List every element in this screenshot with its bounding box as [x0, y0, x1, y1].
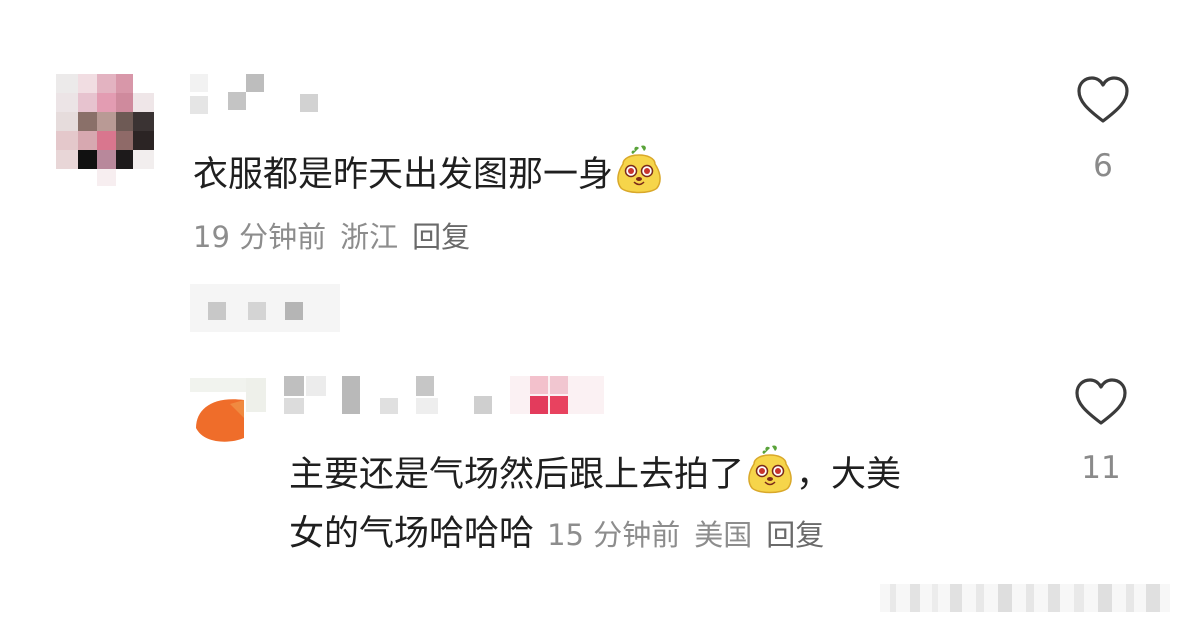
comment-1-body: 衣服都是昨天出发图那一身	[193, 155, 614, 195]
comment-1-like-button[interactable]: 6	[1068, 76, 1138, 186]
heart-outline-icon[interactable]	[1077, 76, 1129, 124]
comment-2-like-button[interactable]: 11	[1066, 378, 1136, 488]
comment-2-body-part-2: ，大美	[796, 455, 902, 495]
expand-replies-blurred[interactable]	[190, 284, 340, 332]
comment-1-time: 19 分钟前	[193, 220, 327, 254]
comment-2-meta: 15 分钟前 美国 回复	[547, 518, 838, 552]
comment-1-location: 浙江	[340, 220, 399, 254]
comment-1-reply-button[interactable]: 回复	[412, 220, 470, 254]
comment-2-body-part-1: 主要还是气场然后跟上去拍了	[289, 455, 745, 495]
comment-1-like-count: 6	[1093, 148, 1113, 184]
comment-2-time: 15 分钟前	[547, 518, 681, 552]
avatar-blurred[interactable]	[56, 74, 154, 186]
avatar-image	[56, 74, 154, 186]
avatar-image	[190, 378, 266, 446]
comment-2-text-line-2: 女的气场哈哈哈 15 分钟前 美国 回复	[289, 512, 838, 556]
cute-face-emoji-icon	[748, 445, 792, 494]
cute-face-emoji-icon	[617, 145, 661, 194]
comment-2-location: 美国	[694, 518, 753, 552]
comment-2-like-count: 11	[1081, 450, 1121, 486]
comment-2-body-part-3: 女的气场哈哈哈	[289, 514, 535, 554]
comment-2-text-line-1: 主要还是气场然后跟上去拍了 ，大美	[289, 444, 901, 497]
reply-username-blurred[interactable]	[284, 376, 614, 416]
watermark-blurred	[880, 578, 1170, 614]
comment-1-text: 衣服都是昨天出发图那一身	[193, 144, 665, 197]
comment-2-reply-button[interactable]: 回复	[766, 518, 824, 552]
watermark-image	[880, 584, 1170, 612]
comment-1-meta: 19 分钟前 浙江 回复	[193, 214, 484, 256]
username-blurred[interactable]	[190, 74, 330, 114]
heart-outline-icon[interactable]	[1075, 378, 1127, 426]
reply-avatar[interactable]	[190, 378, 266, 446]
